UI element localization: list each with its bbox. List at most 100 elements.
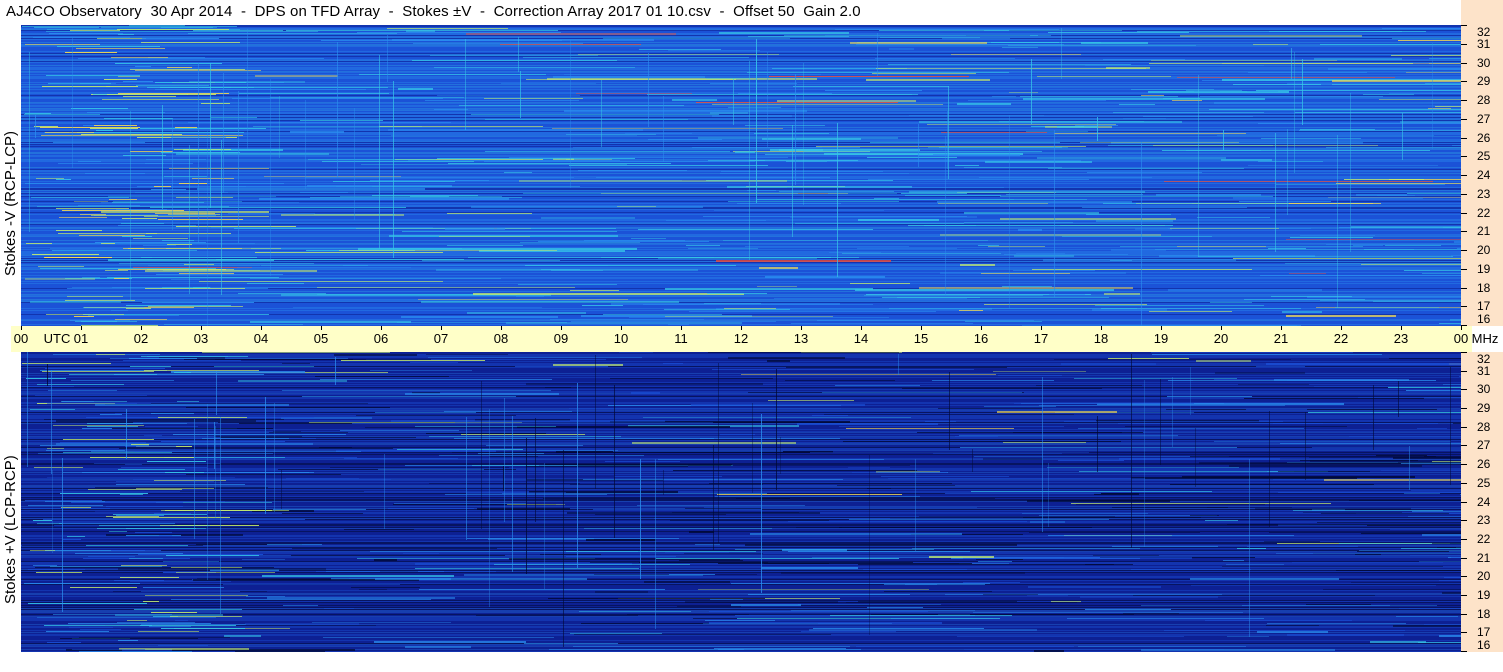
emission-streak xyxy=(863,569,967,570)
emission-streak xyxy=(121,223,164,224)
emission-streak xyxy=(118,568,326,570)
emission-streak xyxy=(850,283,910,284)
emission-streak xyxy=(1058,460,1124,461)
emission-streak xyxy=(1014,199,1087,200)
burst-streak xyxy=(96,130,113,131)
emission-streak xyxy=(689,311,936,312)
emission-streak xyxy=(1096,220,1173,222)
emission-streak xyxy=(1076,504,1265,505)
emission-streak xyxy=(108,196,276,197)
emission-streak xyxy=(1057,126,1097,128)
emission-streak xyxy=(724,308,776,309)
time-tick-label: 00 xyxy=(13,331,29,346)
time-tick-mark xyxy=(441,326,442,330)
emission-streak xyxy=(1317,522,1461,523)
burst-streak xyxy=(105,270,128,271)
interference-line xyxy=(776,369,777,490)
burst-streak xyxy=(37,384,124,385)
emission-streak xyxy=(1282,311,1322,313)
frequency-band xyxy=(21,62,1461,63)
burst-streak xyxy=(134,609,242,610)
emission-streak xyxy=(1268,248,1306,249)
emission-streak xyxy=(672,99,717,101)
time-tick-label: 14 xyxy=(853,331,869,346)
emission-streak xyxy=(643,304,873,305)
frequency-band xyxy=(21,86,1461,87)
emission-streak xyxy=(95,404,289,406)
emission-streak xyxy=(1103,59,1185,60)
frequency-band xyxy=(21,158,1461,159)
emission-streak xyxy=(706,78,750,79)
frequency-band xyxy=(21,627,1461,628)
emission-streak xyxy=(1022,513,1148,514)
frequency-band xyxy=(21,376,1461,377)
frequency-band xyxy=(21,192,1461,193)
burst-streak xyxy=(101,27,213,28)
emission-streak xyxy=(46,31,318,32)
frequency-band xyxy=(21,275,1461,276)
emission-streak xyxy=(997,411,1117,413)
emission-streak xyxy=(317,287,575,288)
emission-streak xyxy=(437,95,580,96)
emission-streak xyxy=(388,508,474,509)
frequency-band xyxy=(21,67,1461,68)
emission-streak xyxy=(748,36,849,37)
emission-streak xyxy=(905,195,1001,196)
emission-streak xyxy=(1086,214,1171,215)
frequency-band xyxy=(21,254,1461,255)
time-tick-mark xyxy=(381,326,382,330)
emission-streak xyxy=(316,571,496,572)
interference-line xyxy=(220,417,221,614)
emission-streak xyxy=(419,589,665,590)
interference-line xyxy=(1141,142,1142,326)
emission-streak xyxy=(541,269,580,270)
emission-streak xyxy=(1257,631,1328,633)
emission-streak xyxy=(1172,100,1202,101)
frequency-band xyxy=(21,185,1461,186)
emission-streak xyxy=(1198,256,1453,257)
frequency-band xyxy=(21,399,1461,400)
emission-streak xyxy=(497,228,616,229)
burst-streak xyxy=(33,37,130,38)
emission-streak xyxy=(938,408,1042,409)
emission-streak xyxy=(1000,196,1273,197)
emission-streak xyxy=(668,50,760,51)
frequency-tick-label: 24 xyxy=(1477,494,1491,509)
emission-streak xyxy=(123,96,176,97)
emission-streak xyxy=(1248,165,1438,166)
emission-streak xyxy=(251,248,462,249)
frequency-band xyxy=(21,552,1461,553)
emission-streak xyxy=(670,520,829,521)
emission-streak xyxy=(430,55,598,56)
frequency-band xyxy=(21,381,1461,382)
emission-streak xyxy=(1308,412,1461,413)
emission-streak xyxy=(339,250,557,251)
interference-line xyxy=(207,404,208,580)
emission-streak xyxy=(1177,77,1395,78)
time-tick-label: 23 xyxy=(1393,331,1409,346)
emission-streak xyxy=(867,607,923,608)
emission-streak xyxy=(817,320,1034,321)
emission-streak xyxy=(488,538,594,540)
emission-streak xyxy=(247,283,304,284)
interference-line xyxy=(1302,59,1303,125)
emission-streak xyxy=(715,496,920,497)
burst-streak xyxy=(102,99,219,100)
burst-streak xyxy=(126,305,231,306)
emission-streak xyxy=(714,210,884,211)
emission-streak xyxy=(1264,541,1320,542)
emission-streak xyxy=(197,578,349,579)
burst-streak xyxy=(174,149,231,150)
emission-streak xyxy=(963,582,1020,583)
burst-streak xyxy=(176,197,233,198)
emission-streak xyxy=(523,57,749,58)
emission-streak xyxy=(1287,634,1404,636)
burst-streak xyxy=(111,550,161,551)
time-tick-mark xyxy=(801,326,802,330)
frequency-band xyxy=(21,388,1461,389)
emission-streak xyxy=(330,467,509,468)
emission-streak xyxy=(993,371,1086,372)
emission-streak xyxy=(629,317,889,318)
frequency-band xyxy=(21,367,1461,368)
frequency-band xyxy=(21,114,1461,115)
